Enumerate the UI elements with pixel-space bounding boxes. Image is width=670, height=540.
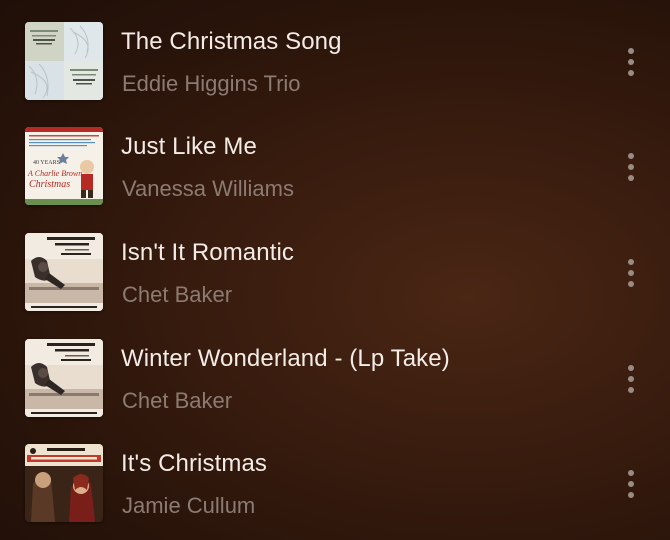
song-title: Just Like Me	[121, 133, 257, 160]
song-artist: Chet Baker	[122, 282, 233, 307]
song-row[interactable]: The Christmas Song Eddie Higgins Trio	[0, 0, 670, 105]
album-art-charlie-brown-christmas-icon: 40 YEARS A Charlie Brown Christmas	[25, 127, 103, 205]
more-options-button[interactable]	[620, 43, 642, 79]
song-row[interactable]: 40 YEARS A Charlie Brown Christmas Just …	[0, 105, 670, 210]
album-artwork	[25, 444, 103, 522]
more-options-button[interactable]	[620, 465, 642, 501]
ellipsis-vertical-icon	[628, 470, 634, 476]
ellipsis-dot	[628, 270, 634, 276]
ellipsis-dot	[628, 281, 634, 287]
ellipsis-vertical-icon	[628, 48, 634, 54]
song-artist: Vanessa Williams	[122, 176, 294, 201]
album-artwork	[25, 339, 103, 417]
ellipsis-dot	[628, 387, 634, 393]
svg-text:A Charlie Brown: A Charlie Brown	[27, 169, 82, 178]
ellipsis-vertical-icon	[628, 365, 634, 371]
song-title: Winter Wonderland - (Lp Take)	[121, 345, 450, 372]
ellipsis-dot	[628, 376, 634, 382]
song-title: Isn't It Romantic	[121, 239, 295, 266]
song-row[interactable]: Isn't It Romantic Chet Baker	[0, 211, 670, 316]
ellipsis-dot	[628, 175, 634, 181]
ellipsis-dot	[628, 492, 634, 498]
album-artwork	[25, 233, 103, 311]
ellipsis-dot	[628, 59, 634, 65]
album-art-chet-baker-quartet-icon	[25, 233, 103, 311]
album-art-chet-baker-quartet-icon	[25, 339, 103, 417]
album-art-text: 40 YEARS	[33, 160, 60, 166]
album-art-eddie-higgins-christmas-icon	[25, 22, 103, 100]
ellipsis-dot	[628, 164, 634, 170]
album-art-jamie-cullum-pianoman-icon	[25, 444, 103, 522]
more-options-button[interactable]	[620, 148, 642, 184]
song-row[interactable]: It's Christmas Jamie Cullum	[0, 422, 670, 527]
ellipsis-vertical-icon	[628, 259, 634, 265]
more-options-button[interactable]	[620, 360, 642, 396]
song-artist: Eddie Higgins Trio	[122, 71, 301, 96]
album-artwork	[25, 22, 103, 100]
ellipsis-vertical-icon	[628, 153, 634, 159]
song-row[interactable]: Winter Wonderland - (Lp Take) Chet Baker	[0, 317, 670, 422]
song-title: The Christmas Song	[121, 28, 342, 55]
svg-text:Christmas: Christmas	[29, 179, 70, 190]
song-artist: Chet Baker	[122, 388, 233, 413]
ellipsis-dot	[628, 481, 634, 487]
song-artist: Jamie Cullum	[122, 493, 256, 518]
album-artwork: 40 YEARS A Charlie Brown Christmas	[25, 127, 103, 205]
more-options-button[interactable]	[620, 254, 642, 290]
ellipsis-dot	[628, 70, 634, 76]
song-list: The Christmas Song Eddie Higgins Trio 40…	[0, 0, 670, 540]
song-title: It's Christmas	[121, 450, 267, 477]
